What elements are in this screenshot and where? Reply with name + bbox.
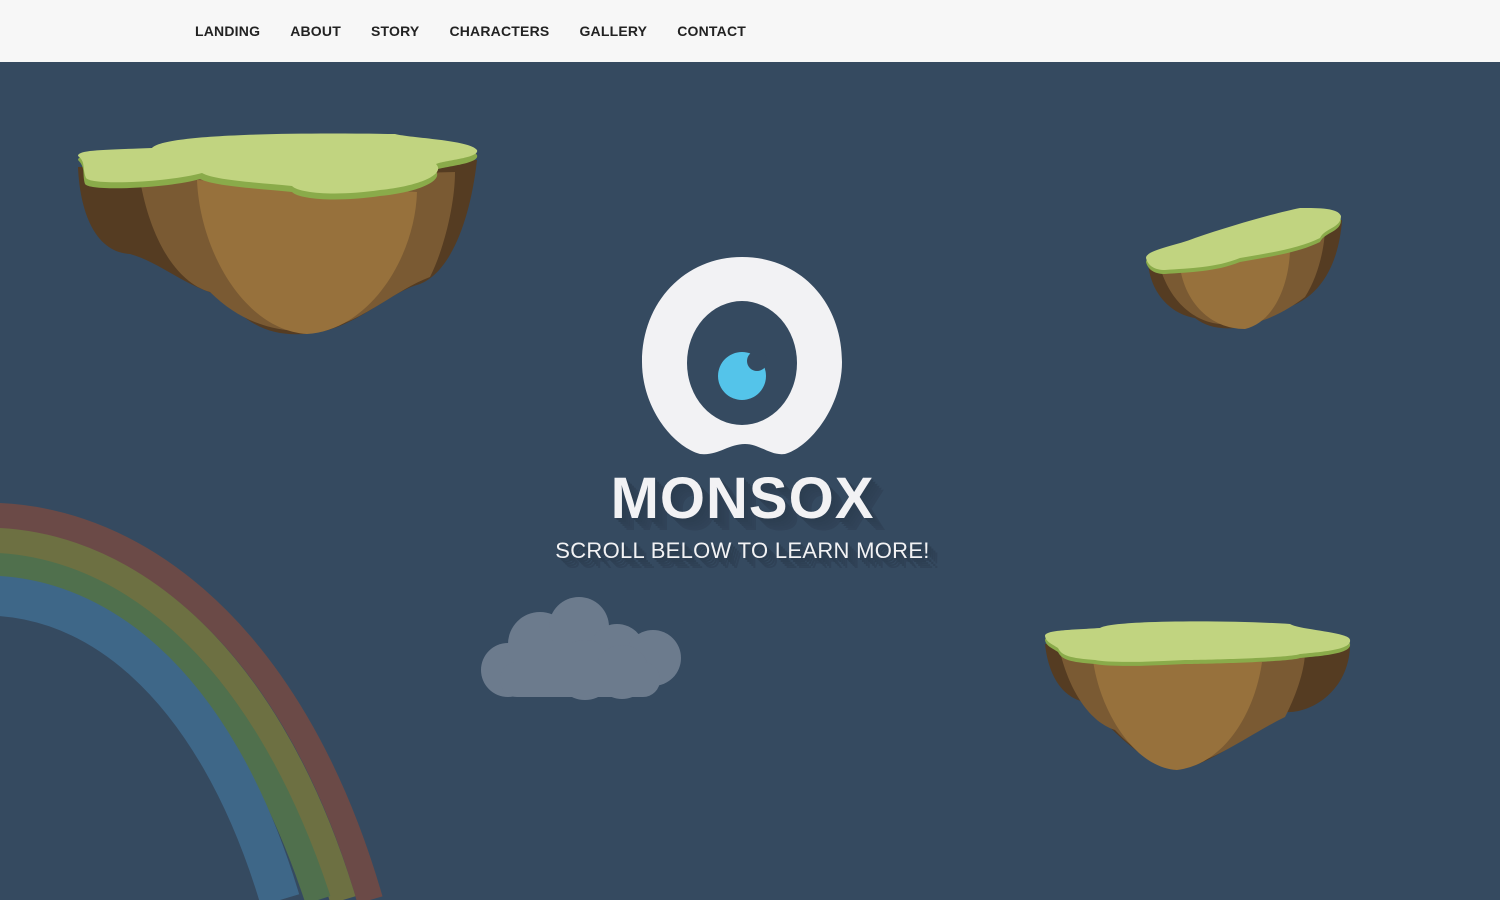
nav-menu: LANDING ABOUT STORY CHARACTERS GALLERY C… (195, 0, 776, 62)
floating-island-large (78, 133, 478, 335)
hero-title: MONSOX (610, 466, 875, 531)
top-navbar: LANDING ABOUT STORY CHARACTERS GALLERY C… (0, 0, 1500, 62)
nav-item-characters[interactable]: CHARACTERS (449, 23, 549, 39)
nav-item-about[interactable]: ABOUT (290, 23, 341, 39)
nav-item-story[interactable]: STORY (371, 23, 419, 39)
floating-island-small (1146, 208, 1342, 329)
rainbow-illustration (0, 503, 383, 900)
hero-section: MONSOX SCROLL BELOW TO LEARN MORE! (0, 62, 1500, 900)
nav-item-contact[interactable]: CONTACT (677, 23, 746, 39)
floating-island-medium (1045, 621, 1351, 770)
cloud-illustration (481, 597, 681, 700)
nav-item-landing[interactable]: LANDING (195, 23, 260, 39)
nav-item-gallery[interactable]: GALLERY (579, 23, 647, 39)
hero-subtitle: SCROLL BELOW TO LEARN MORE! (555, 538, 930, 563)
monsox-logo (642, 257, 842, 455)
